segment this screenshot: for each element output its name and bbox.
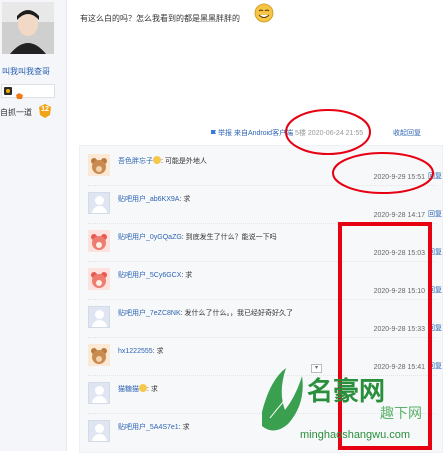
post-time: 2020-06-24 21:55 [307,130,364,137]
author-badges [1,84,55,99]
reply-time: 2020-9-28 15:41 [373,364,425,371]
red-bear-avatar[interactable] [88,230,110,252]
reply-text: : 求 [147,386,158,393]
reply-time: 2020-9-28 15:33 [373,326,425,333]
reply-user[interactable]: 贴吧用户_0yGQaZG [118,234,182,241]
post-floor: 5楼 [295,130,306,137]
reply-button[interactable]: 回复 [428,209,442,219]
reply-item: 贴吧用户_5A4S7e1: 求 [80,414,442,452]
reply-button[interactable]: 回复 [428,247,442,257]
smile-emoji-icon [254,3,274,23]
red-bear-avatar[interactable] [88,268,110,290]
reply-button[interactable]: 回复 [428,171,442,181]
reply-text: : 求 [181,272,193,279]
reply-line: 贴吧用户_7eZC8NK: 发什么了什么。，我已经好奇好久了 [118,308,293,318]
reply-user[interactable]: 贴吧用户_5A4S7e1 [118,424,179,431]
reply-user[interactable]: 吾色胖忘子 [118,158,153,165]
reply-button[interactable]: 回复 [428,361,442,371]
reply-text: : 求 [178,424,190,431]
bear-avatar[interactable] [88,344,110,366]
reply-item: 吾色胖忘子 : 可能是外地人 2020-9-29 15:51 回复 [80,148,442,186]
reply-line: 猫糖猫 : 求 [118,384,158,394]
reply-item: 贴吧用户_0yGQaZG: 到底发生了什么？能说一下吗 2020-9-28 15… [80,224,442,262]
reply-item: 猫糖猫 : 求 [80,376,442,414]
default-avatar[interactable] [88,382,110,404]
reply-line: 贴吧用户_5Cy6GCX: 求 [118,270,192,280]
reply-time: 2020-9-28 15:03 [373,250,425,257]
reply-line: 贴吧用户_5A4S7e1: 求 [118,422,190,432]
reply-user[interactable]: 贴吧用户_5Cy6GCX [118,272,181,279]
reply-text: : 求 [152,348,164,355]
reply-line: 吾色胖忘子 : 可能是外地人 [118,156,207,166]
reply-line: hx1222555: 求 [118,346,164,356]
reply-item: 贴吧用户_7eZC8NK: 发什么了什么。，我已经好奇好久了 2020-9-28… [80,300,442,338]
reply-user[interactable]: 猫糖猫 [118,386,139,393]
game-icon [15,87,24,99]
level-badge: 12 [38,104,52,118]
reply-time: 2020-9-28 14:17 [373,212,425,219]
reply-text: : 求 [179,196,191,203]
author-avatar[interactable] [2,2,54,54]
author-name[interactable]: 叫我叫我查哥 [2,66,50,77]
reply-user[interactable]: hx1222555 [118,348,153,355]
reply-user[interactable]: 贴吧用户_7eZC8NK [118,310,181,317]
author-level: 自抓一道 12 [0,104,66,120]
bear-avatar[interactable] [88,154,110,176]
post-content: 有这么白的吗？怎么我看到的都是黑黑胖胖的 [80,14,240,23]
author-column: 叫我叫我查哥 自抓一道 12 [0,0,67,451]
reply-line: 贴吧用户_ab6KX9A: 求 [118,194,190,204]
post-tail: 举报 来自Android客户端 5楼 2020-06-24 21:55 收起回复 [210,128,421,138]
reply-button[interactable]: 回复 [428,323,442,333]
report-icon [210,129,217,136]
emoji-icon [139,384,147,392]
default-avatar[interactable] [88,420,110,442]
reply-user[interactable]: 贴吧用户_ab6KX9A [118,196,179,203]
reply-button[interactable]: 回复 [428,285,442,295]
post-source[interactable]: 来自Android客户端 [234,130,293,137]
default-avatar[interactable] [88,306,110,328]
collapse-reply-link[interactable]: 收起回复 [393,128,421,138]
reply-text: : 到底发生了什么？能说一下吗 [181,234,277,241]
reply-item: 贴吧用户_ab6KX9A: 求 2020-9-28 14:17 回复 [80,186,442,224]
report-link[interactable]: 举报 [218,130,232,137]
emoji-icon [153,156,161,164]
reply-text: : 可能是外地人 [161,158,207,165]
level-number: 12 [41,106,49,113]
medal-icon [4,87,12,95]
reply-item: 贴吧用户_5Cy6GCX: 求 2020-9-28 15:10 回复 [80,262,442,300]
level-name: 自抓一道 [0,108,32,117]
reply-time: 2020-9-28 15:10 [373,288,425,295]
reply-list: 吾色胖忘子 : 可能是外地人 2020-9-29 15:51 回复 贴吧用户_ab… [79,145,443,453]
default-avatar[interactable] [88,192,110,214]
reply-time: 2020-9-29 15:51 [373,174,425,181]
dropdown-toggle[interactable]: ▾ [311,364,322,373]
reply-text: : 发什么了什么。，我已经好奇好久了 [180,310,294,317]
reply-line: 贴吧用户_0yGQaZG: 到底发生了什么？能说一下吗 [118,232,277,242]
reply-item: hx1222555: 求 2020-9-28 15:41 回复 [80,338,442,376]
